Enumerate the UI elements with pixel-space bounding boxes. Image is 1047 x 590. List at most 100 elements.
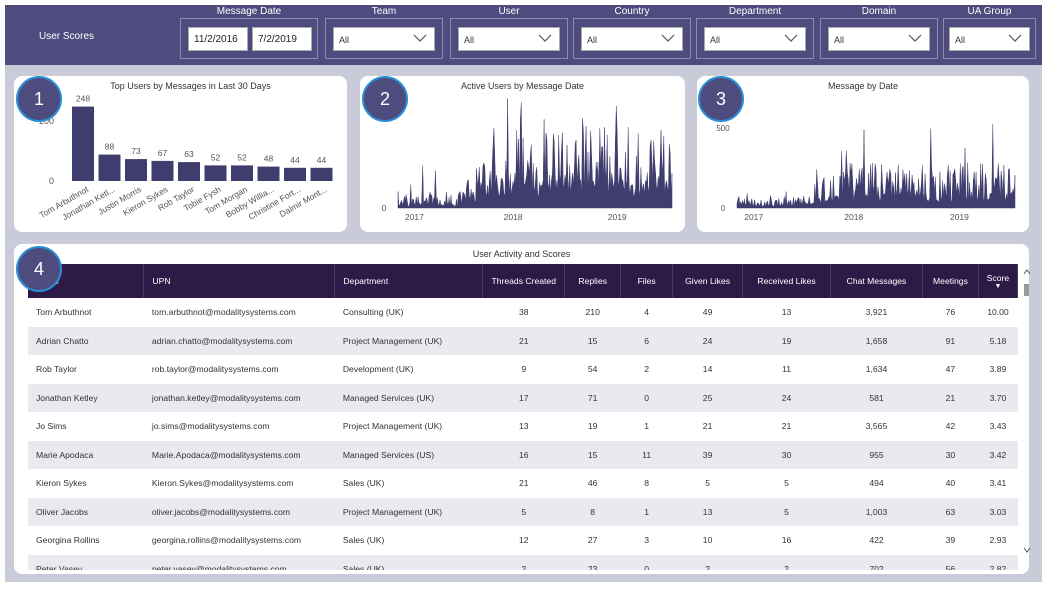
- cell-received-likes: 24: [781, 392, 792, 403]
- column-header-score[interactable]: Score ▼: [978, 264, 1019, 298]
- bar: [204, 165, 227, 181]
- cell-threads-created: 38: [518, 307, 529, 318]
- sort-descending-icon: ▼: [994, 282, 1002, 290]
- table-row[interactable]: Georgina Rollins georgina.rollins@modalit…: [28, 526, 1018, 555]
- bar: [257, 166, 280, 181]
- cell-given-likes: 10: [702, 535, 713, 546]
- cell-meetings: 47: [945, 364, 956, 375]
- cell-upn: peter.vasey@modalitysystems.com: [151, 563, 287, 570]
- cell-files: 2: [644, 364, 650, 375]
- cell-upn: Kieron.Sykes@modalitysystems.com: [151, 478, 294, 489]
- cell-chat-messages: 494: [869, 478, 884, 489]
- badge-3: 3: [698, 76, 744, 122]
- table-row[interactable]: Adrian Chatto adrian.chatto@modalitysyste…: [28, 326, 1018, 355]
- data-label: 52: [211, 152, 221, 162]
- table-row[interactable]: Peter Vasey peter.vasey@modalitysystems.c…: [28, 554, 1018, 570]
- cell-score: 3.03: [989, 506, 1007, 517]
- user-dropdown[interactable]: All: [458, 27, 560, 51]
- department-filter: Department All: [696, 5, 814, 65]
- data-label: 67: [158, 148, 168, 158]
- ua-group-dropdown[interactable]: All: [949, 27, 1030, 51]
- top-users-card[interactable]: Top Users by Messages in Last 30 Days 20…: [14, 76, 347, 232]
- cell-upn: georgina.rollins@modalitysystems.com: [151, 535, 302, 546]
- cell-chat-messages: 422: [869, 535, 884, 546]
- cell-department: Project Management (UK): [342, 506, 443, 517]
- user-activity-title: User Activity and Scores: [472, 249, 571, 259]
- team-slicer: All: [325, 18, 443, 59]
- ua-group-slicer: All: [943, 18, 1036, 59]
- domain-filter: Domain All: [820, 5, 938, 65]
- series-area: [736, 123, 1016, 209]
- user-filter: User All: [450, 5, 568, 65]
- column-header-department[interactable]: Department: [334, 264, 484, 298]
- table-row[interactable]: Tom Arbuthnot tom.arbuthnot@modalitysyste…: [28, 298, 1018, 327]
- department-dropdown-value: All: [710, 35, 721, 45]
- bar: [72, 106, 94, 181]
- cell-meetings: 42: [945, 421, 956, 432]
- table-row[interactable]: Oliver Jacobs oliver.jacobs@modalitysyste…: [28, 497, 1018, 526]
- cell-chat-messages: 3,921: [865, 307, 888, 318]
- user-dropdown-value: All: [464, 35, 475, 45]
- cell-given-likes: 49: [702, 307, 713, 318]
- cell-upn: Marie.Apodaca@modalitysystems.com: [151, 449, 301, 460]
- cell-received-likes: 30: [781, 449, 792, 460]
- cell-given-likes: 25: [702, 392, 713, 403]
- cell-given-likes: 39: [702, 449, 713, 460]
- table-vertical-scrollbar[interactable]: [1022, 264, 1032, 570]
- cell-score: 2.93: [989, 535, 1007, 546]
- active-users-card[interactable]: Active Users by Message Date 50020172018…: [360, 76, 685, 232]
- team-dropdown[interactable]: All: [333, 27, 435, 51]
- table-row[interactable]: Jonathan Ketley jonathan.ketley@modalitys…: [28, 383, 1018, 412]
- column-header-upn[interactable]: UPN: [143, 264, 336, 298]
- scroll-thumb: [1024, 284, 1029, 296]
- message-by-date-card[interactable]: Message by Date 500 0 2017 2018 2019: [697, 76, 1029, 232]
- data-label: 73: [131, 146, 141, 156]
- cell-replies: 210: [585, 307, 600, 318]
- country-dropdown[interactable]: All: [581, 27, 683, 51]
- column-header-replies[interactable]: Replies: [564, 264, 622, 298]
- cell-upn: oliver.jacobs@modalitysystems.com: [151, 506, 291, 517]
- data-label: 63: [184, 149, 194, 159]
- message-by-date-area-chart: 500 0 2017 2018 2019: [716, 123, 1016, 222]
- end-date-input[interactable]: 7/2/2019: [252, 27, 312, 51]
- report-title: User Scores: [39, 31, 95, 42]
- table-row[interactable]: Jo Sims jo.sims@modalitysystems.com Projec…: [28, 412, 1018, 441]
- cell-received-likes: 11: [782, 364, 791, 375]
- top-users-bar-chart: 2000248Tom Arbuthnot88Jonathan Ketl...73…: [38, 94, 333, 222]
- data-label: 248: [76, 94, 90, 104]
- table-row[interactable]: Marie Apodaca Marie.Apodaca@modalitysyste…: [28, 440, 1018, 469]
- team-filter: Team All: [325, 5, 443, 65]
- cell-name: Georgina Rollins: [36, 535, 100, 546]
- column-header-threads-created[interactable]: Threads Created: [482, 264, 566, 298]
- team-dropdown-value: All: [339, 35, 350, 45]
- cell-received-likes: 5: [784, 478, 789, 489]
- start-date-input[interactable]: 11/2/2016: [188, 27, 248, 51]
- column-header-meetings[interactable]: Meetings: [922, 264, 979, 298]
- column-header-chat-messages[interactable]: Chat Messages: [830, 264, 923, 298]
- ua-group-filter: UA Group All: [943, 5, 1036, 65]
- cell-replies: 27: [587, 535, 598, 546]
- ua-group-dropdown-value: All: [955, 35, 966, 45]
- cell-files: 0: [644, 563, 650, 570]
- score-header-label: Score: [986, 272, 1010, 283]
- table-row[interactable]: Rob Taylor rob.taylor@modalitysystems.com…: [28, 355, 1018, 384]
- cell-threads-created: 21: [518, 335, 529, 346]
- country-slicer: All: [573, 18, 691, 59]
- domain-dropdown[interactable]: All: [828, 27, 930, 51]
- cell-department: Project Management (UK): [342, 335, 443, 346]
- cell-score: 3.70: [989, 392, 1007, 403]
- y-tick-label: 0: [49, 176, 54, 186]
- y-tick-label: 500: [716, 124, 730, 133]
- cell-name: Oliver Jacobs: [36, 506, 89, 517]
- message-date-filter: Message Date 11/2/2016 7/2/2019: [180, 5, 318, 65]
- column-header-files[interactable]: Files: [620, 264, 674, 298]
- cell-files: 8: [644, 478, 650, 489]
- department-dropdown[interactable]: All: [704, 27, 806, 51]
- cell-meetings: 40: [945, 478, 956, 489]
- cell-upn: rob.taylor@modalitysystems.com: [151, 364, 279, 375]
- user-filter-label: User: [498, 6, 520, 17]
- column-header-received-likes[interactable]: Received Likes: [742, 264, 832, 298]
- column-header-given-likes[interactable]: Given Likes: [672, 264, 744, 298]
- table-row[interactable]: Kieron Sykes Kieron.Sykes@modalitysystems…: [28, 469, 1018, 498]
- country-dropdown-value: All: [587, 35, 598, 45]
